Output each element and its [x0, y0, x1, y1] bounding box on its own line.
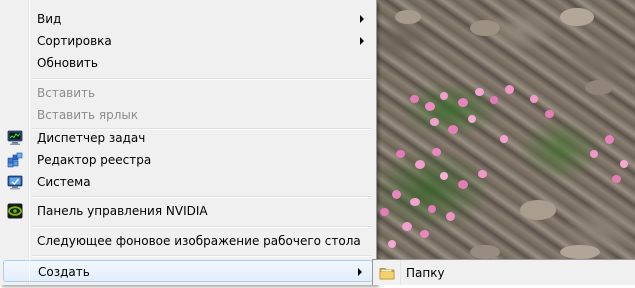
- menu-item-paste: Вставить: [2, 82, 374, 104]
- menu-item-label: Создать: [38, 265, 90, 279]
- menu-item-system[interactable]: Система: [2, 171, 374, 193]
- flower: [410, 95, 419, 103]
- menu-separator: [32, 196, 372, 198]
- nvidia-icon: [7, 203, 23, 219]
- menu-separator: [32, 226, 372, 228]
- flower: [590, 150, 598, 158]
- system-icon: [7, 174, 23, 190]
- submenu-arrow-icon: [360, 37, 364, 45]
- rock: [560, 245, 600, 259]
- rock: [585, 80, 613, 95]
- submenu-arrow-icon: [358, 268, 362, 276]
- menu-item-label: Вставить ярлык: [37, 108, 139, 122]
- menu-item-label: Редактор реестра: [37, 153, 152, 167]
- flower: [545, 110, 554, 118]
- flower: [415, 160, 425, 169]
- flower: [425, 102, 435, 111]
- menu-item-label: Панель управления NVIDIA: [37, 204, 208, 218]
- flower: [500, 135, 508, 143]
- flower: [505, 85, 514, 94]
- flower: [388, 240, 396, 248]
- menu-separator: [32, 255, 372, 257]
- flower: [446, 212, 455, 221]
- flower: [430, 118, 439, 126]
- submenu-arrow-icon: [360, 15, 364, 23]
- flower: [605, 135, 614, 144]
- menu-item-view[interactable]: Вид: [2, 8, 374, 30]
- menu-item-sort[interactable]: Сортировка: [2, 30, 374, 52]
- flower: [396, 150, 405, 158]
- menu-item-label: Система: [37, 175, 91, 189]
- submenu-item-folder[interactable]: Папку: [375, 262, 634, 284]
- flower: [458, 180, 468, 189]
- flower: [392, 190, 401, 199]
- flower: [475, 88, 484, 96]
- rock: [395, 10, 421, 24]
- menu-item-label: Сортировка: [37, 34, 112, 48]
- menu-item-registry-editor[interactable]: Редактор реестра: [2, 149, 374, 171]
- menu-item-label: Вид: [37, 12, 62, 26]
- flower: [530, 95, 538, 103]
- flower: [478, 170, 487, 178]
- menu-separator: [32, 78, 372, 80]
- registry-editor-icon: [7, 152, 23, 168]
- rock: [560, 8, 594, 26]
- desktop-context-menu: Вид Сортировка Обновить Вставить Вставит…: [0, 0, 377, 285]
- rock: [520, 200, 556, 220]
- flower: [420, 230, 429, 238]
- flower: [612, 175, 621, 183]
- flower: [448, 125, 458, 134]
- flower: [428, 205, 436, 213]
- rock: [470, 20, 500, 36]
- menu-item-label: Следующее фоновое изображение рабочего с…: [37, 234, 361, 248]
- flower: [440, 172, 448, 180]
- rock: [470, 245, 500, 259]
- menu-item-task-manager[interactable]: Диспетчер задач: [2, 127, 374, 149]
- menu-item-label: Обновить: [37, 56, 98, 70]
- flower: [490, 96, 498, 104]
- menu-item-next-desktop-background[interactable]: Следующее фоновое изображение рабочего с…: [2, 230, 374, 252]
- flower: [410, 198, 420, 206]
- folder-icon: [379, 265, 395, 281]
- flower: [432, 148, 441, 156]
- menu-item-refresh[interactable]: Обновить: [2, 52, 374, 74]
- menu-item-label: Диспетчер задач: [37, 131, 146, 145]
- menu-item-label: Вставить: [37, 86, 96, 100]
- task-manager-icon: [7, 130, 23, 146]
- flower: [620, 160, 628, 168]
- menu-item-create[interactable]: Создать: [3, 260, 373, 282]
- menu-item-paste-shortcut: Вставить ярлык: [2, 104, 374, 126]
- flower: [468, 115, 476, 123]
- flower: [458, 98, 468, 107]
- flower: [402, 222, 412, 231]
- flower: [380, 208, 389, 216]
- create-submenu: Папку: [372, 259, 635, 285]
- flower: [440, 92, 448, 100]
- menu-item-nvidia-control-panel[interactable]: Панель управления NVIDIA: [2, 200, 374, 222]
- submenu-item-label: Папку: [406, 266, 445, 280]
